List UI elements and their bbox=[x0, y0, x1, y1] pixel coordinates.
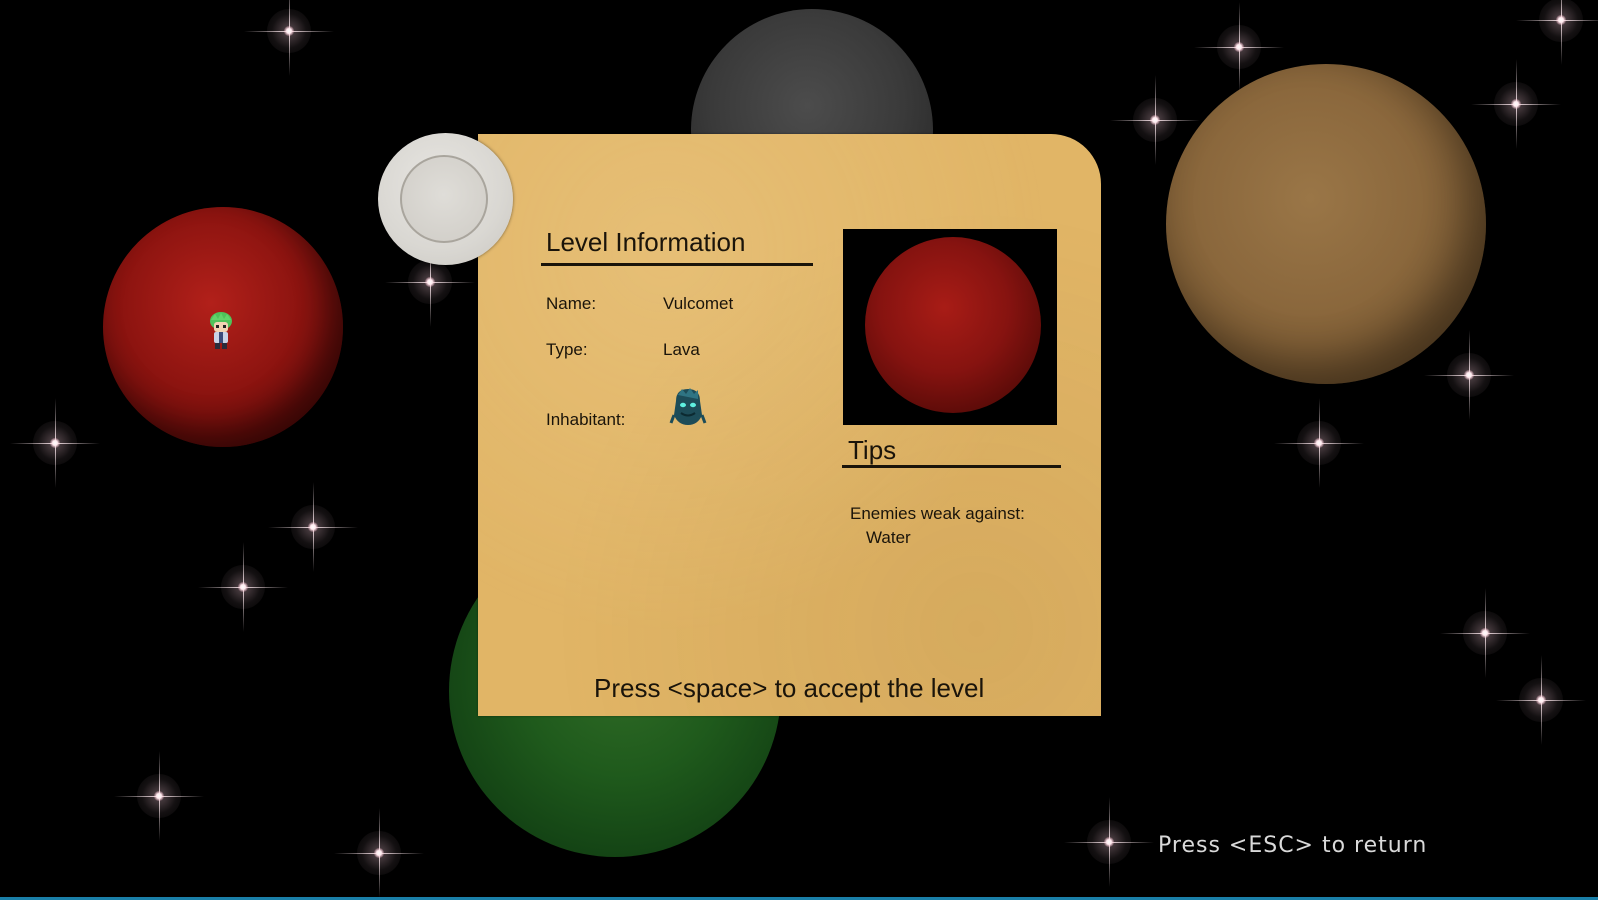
name-label: Name: bbox=[546, 294, 597, 313]
star-icon bbox=[198, 542, 288, 632]
thumbnail-red-planet bbox=[865, 237, 1041, 413]
star-icon bbox=[1064, 797, 1154, 887]
tips-weakness-value: Water bbox=[866, 528, 911, 547]
star-icon bbox=[1516, 0, 1598, 65]
star-icon bbox=[1440, 588, 1530, 678]
star-icon bbox=[1424, 330, 1514, 420]
type-value: Lava bbox=[663, 340, 700, 359]
level-info-title: Level Information bbox=[546, 227, 746, 257]
esc-return-prompt[interactable]: Press <ESC> to return bbox=[1158, 833, 1427, 858]
title-underline bbox=[541, 263, 813, 266]
tips-title: Tips bbox=[848, 435, 897, 465]
star-icon bbox=[114, 751, 204, 841]
tan-planet[interactable] bbox=[1166, 64, 1486, 384]
star-icon bbox=[10, 398, 100, 488]
star-icon bbox=[1194, 2, 1284, 92]
planet-thumbnail bbox=[843, 229, 1057, 425]
inhabitant-monster-icon bbox=[669, 388, 707, 425]
star-icon bbox=[268, 482, 358, 572]
inhabitant-label: Inhabitant: bbox=[546, 410, 626, 429]
star-icon bbox=[1471, 59, 1561, 149]
star-icon bbox=[334, 808, 424, 898]
accept-level-prompt[interactable]: Press <space> to accept the level bbox=[594, 673, 984, 704]
star-icon bbox=[1274, 398, 1364, 488]
star-icon bbox=[1496, 655, 1586, 745]
star-icon bbox=[1110, 75, 1200, 165]
scroll-roll-icon bbox=[378, 133, 513, 265]
tips-underline bbox=[842, 465, 1061, 468]
name-value: Vulcomet bbox=[663, 294, 734, 313]
tips-weakness-label: Enemies weak against: bbox=[850, 504, 1025, 523]
star-icon bbox=[244, 0, 334, 76]
type-label: Type: bbox=[546, 340, 588, 359]
player-sprite-icon bbox=[210, 312, 232, 349]
star-icon bbox=[385, 237, 475, 327]
